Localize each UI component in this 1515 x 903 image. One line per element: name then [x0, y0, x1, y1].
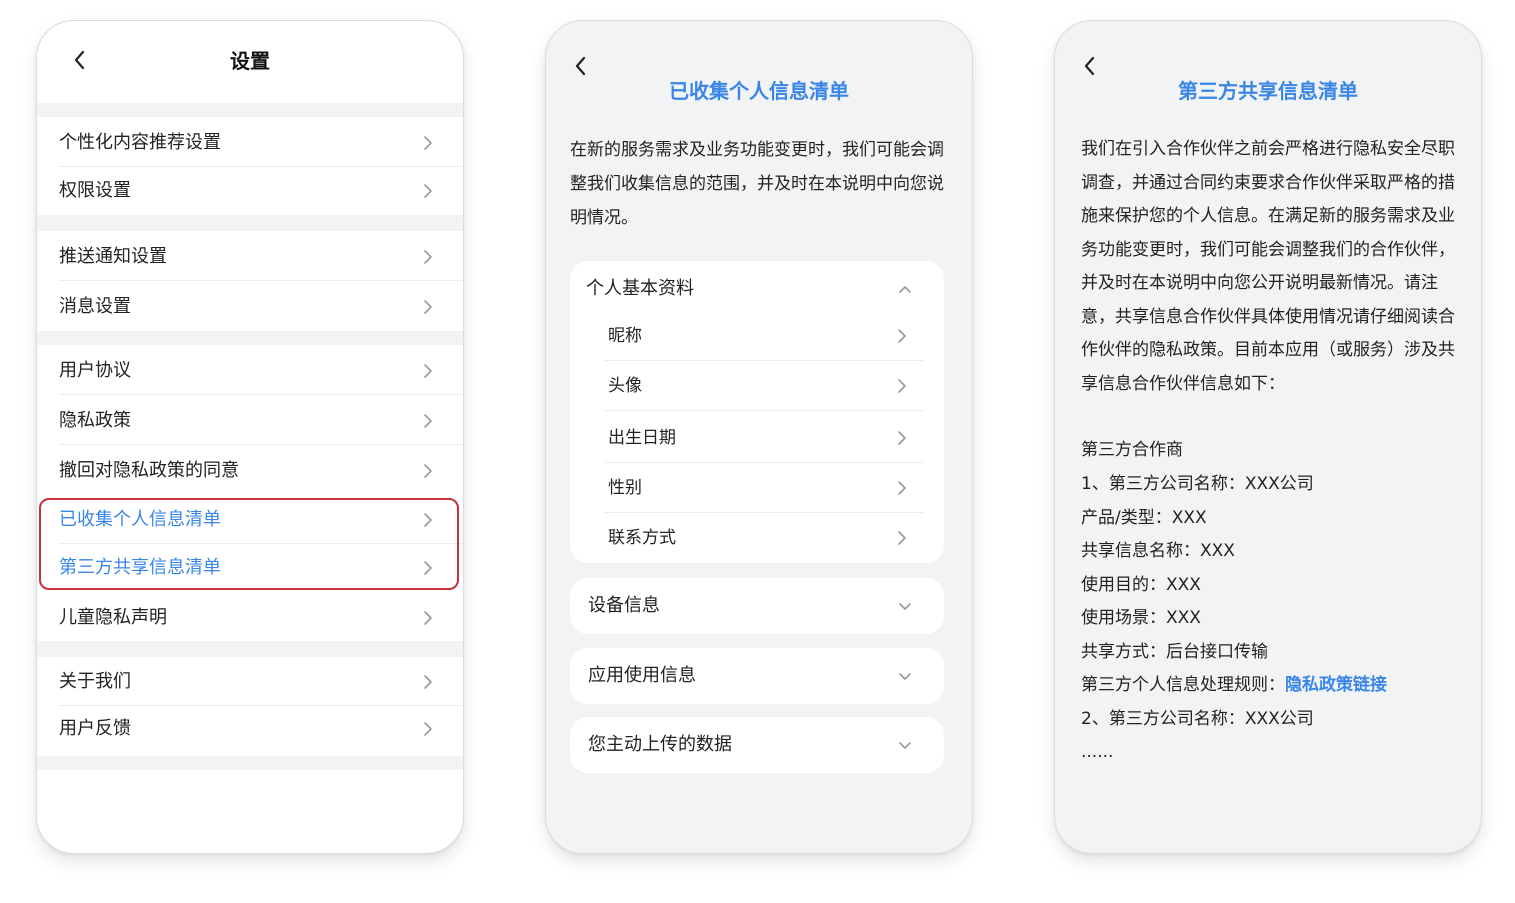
settings-item-label: 权限设置	[59, 180, 131, 201]
info-item-label: 性别	[608, 478, 642, 498]
section-divider	[37, 756, 463, 770]
page-title: 设置	[230, 49, 270, 73]
settings-item-permissions[interactable]: 权限设置	[37, 167, 463, 215]
partner-1-company: 1、第三方公司名称：XXX公司	[1081, 474, 1314, 494]
section-header: 设备信息	[588, 595, 660, 616]
section-divider	[37, 215, 463, 231]
section-divider	[37, 331, 463, 345]
more-ellipsis: ......	[1081, 742, 1114, 762]
info-item-gender[interactable]: 性别	[604, 463, 924, 513]
page-title: 已收集个人信息清单	[669, 79, 849, 103]
info-item-avatar[interactable]: 头像	[604, 361, 924, 411]
app-usage-card[interactable]: 应用使用信息	[570, 648, 944, 704]
basic-info-card: 个人基本资料 昵称 头像 出生日期 性别 联系方式	[570, 261, 944, 563]
settings-item-user-agreement[interactable]: 用户协议	[37, 347, 463, 395]
chevron-right-icon	[421, 674, 435, 690]
page-title: 第三方共享信息清单	[1178, 79, 1358, 103]
settings-item-revoke-consent[interactable]: 撤回对隐私政策的同意	[37, 447, 463, 495]
chevron-right-icon	[896, 328, 908, 344]
chevron-right-icon	[896, 378, 908, 394]
section-header[interactable]: 个人基本资料	[586, 261, 694, 317]
settings-item-label: 推送通知设置	[59, 246, 167, 267]
chevron-right-icon	[421, 135, 435, 151]
info-item-contact[interactable]: 联系方式	[604, 513, 924, 563]
partner-1-info-name: 共享信息名称：XXX	[1081, 541, 1235, 561]
settings-screen: 设置 个性化内容推荐设置 权限设置 推送通知设置 消息设置 用户协议 隐私政策 …	[36, 20, 464, 854]
intro-text: 在新的服务需求及业务功能变更时，我们可能会调整我们收集信息的范围，并及时在本说明…	[570, 140, 944, 228]
chevron-right-icon	[421, 183, 435, 199]
partner-1-method: 共享方式：后台接口传输	[1081, 642, 1268, 662]
settings-item-messages[interactable]: 消息设置	[37, 283, 463, 331]
settings-item-label: 儿童隐私声明	[59, 607, 167, 628]
settings-item-push-notifications[interactable]: 推送通知设置	[37, 233, 463, 281]
row-divider	[59, 280, 463, 281]
info-item-nickname[interactable]: 昵称	[604, 311, 924, 361]
chevron-up-icon[interactable]	[898, 284, 912, 294]
row-divider	[59, 444, 463, 445]
partner-2-company: 2、第三方公司名称：XXX公司	[1081, 709, 1314, 729]
settings-item-children-privacy[interactable]: 儿童隐私声明	[37, 594, 463, 642]
chevron-right-icon	[421, 610, 435, 626]
settings-item-user-feedback[interactable]: 用户反馈	[37, 705, 463, 753]
partner-1-rule: 第三方个人信息处理规则：隐私政策链接	[1081, 670, 1387, 700]
privacy-policy-link[interactable]: 隐私政策链接	[1285, 675, 1387, 695]
chevron-right-icon	[421, 299, 435, 315]
partner-type: 第三方合作商	[1081, 440, 1183, 460]
row-divider	[59, 394, 463, 395]
info-item-label: 出生日期	[608, 428, 676, 448]
settings-item-label: 用户反馈	[59, 718, 131, 739]
chevron-right-icon	[896, 530, 908, 546]
info-item-label: 联系方式	[608, 528, 676, 548]
settings-item-personalized-recommendation[interactable]: 个性化内容推荐设置	[37, 119, 463, 167]
section-header: 应用使用信息	[588, 665, 696, 686]
highlight-box	[39, 498, 459, 590]
info-item-label: 头像	[608, 376, 642, 396]
section-divider	[37, 103, 463, 117]
device-info-card[interactable]: 设备信息	[570, 578, 944, 634]
chevron-down-icon	[898, 601, 912, 611]
chevron-right-icon	[421, 363, 435, 379]
chevron-right-icon	[421, 721, 435, 737]
chevron-right-icon	[421, 249, 435, 265]
settings-item-label: 个性化内容推荐设置	[59, 132, 221, 153]
info-item-label: 昵称	[608, 326, 642, 346]
third-party-sharing-screen: 第三方共享信息清单 我们在引入合作伙伴之前会严格进行隐私安全尽职调查，并通过合同…	[1054, 20, 1482, 854]
settings-item-about-us[interactable]: 关于我们	[37, 658, 463, 706]
collected-info-screen: 已收集个人信息清单 在新的服务需求及业务功能变更时，我们可能会调整我们收集信息的…	[545, 20, 973, 854]
section-header: 您主动上传的数据	[588, 734, 732, 755]
partner-1-product: 产品/类型：XXX	[1081, 508, 1207, 528]
settings-item-label: 用户协议	[59, 360, 131, 381]
sharing-description: 我们在引入合作伙伴之前会严格进行隐私安全尽职调查，并通过合同约束要求合作伙伴采取…	[1081, 139, 1455, 394]
settings-item-label: 关于我们	[59, 671, 131, 692]
chevron-down-icon	[898, 671, 912, 681]
chevron-down-icon	[898, 740, 912, 750]
chevron-right-icon	[896, 480, 908, 496]
row-divider	[604, 410, 924, 411]
section-divider	[37, 641, 463, 657]
partner-1-purpose: 使用目的：XXX	[1081, 575, 1201, 595]
info-item-birthdate[interactable]: 出生日期	[604, 413, 924, 463]
settings-item-label: 隐私政策	[59, 410, 131, 431]
chevron-right-icon	[421, 463, 435, 479]
settings-item-label: 消息设置	[59, 296, 131, 317]
settings-item-privacy-policy[interactable]: 隐私政策	[37, 397, 463, 445]
chevron-right-icon	[421, 413, 435, 429]
chevron-right-icon	[896, 430, 908, 446]
partner-1-scene: 使用场景：XXX	[1081, 608, 1201, 628]
uploaded-data-card[interactable]: 您主动上传的数据	[570, 717, 944, 773]
rule-label: 第三方个人信息处理规则：	[1081, 675, 1285, 695]
settings-item-label: 撤回对隐私政策的同意	[59, 460, 239, 481]
